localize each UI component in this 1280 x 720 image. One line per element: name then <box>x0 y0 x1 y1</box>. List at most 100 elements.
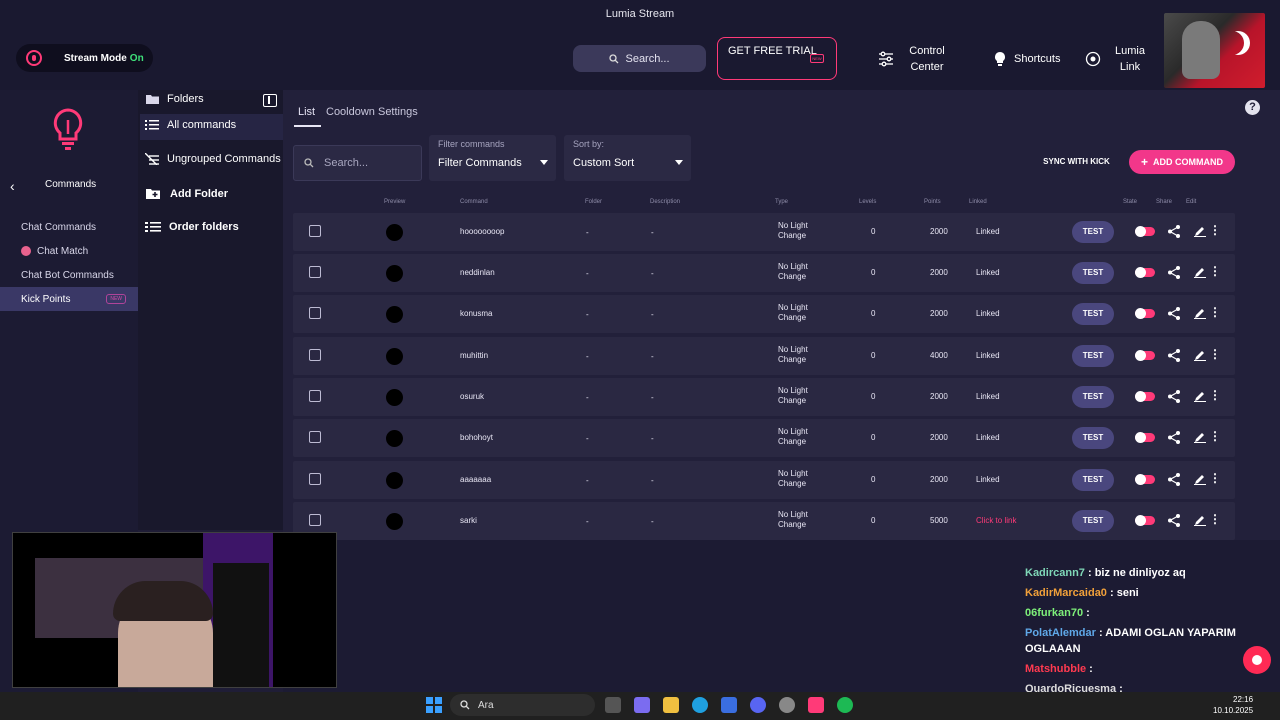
test-button[interactable]: TEST <box>1072 469 1114 491</box>
copilot-icon[interactable] <box>634 697 650 713</box>
task-view-icon[interactable] <box>605 697 621 713</box>
more-options-icon[interactable]: ⋮ <box>1209 265 1221 277</box>
more-options-icon[interactable]: ⋮ <box>1209 472 1221 484</box>
share-icon[interactable] <box>1168 390 1180 403</box>
state-toggle[interactable] <box>1135 267 1155 278</box>
edge-icon[interactable] <box>692 697 708 713</box>
table-row[interactable]: konusma - - No Light Change 0 2000 Linked TEST ⋮ <box>293 295 1235 333</box>
share-icon[interactable] <box>1168 514 1180 527</box>
steam-icon[interactable] <box>779 697 795 713</box>
taskbar-search[interactable]: Ara <box>450 694 595 716</box>
type-line: Change <box>778 313 807 322</box>
edit-pencil-icon[interactable] <box>1194 266 1206 278</box>
edit-pencil-icon[interactable] <box>1194 349 1206 361</box>
folder-all-commands[interactable]: All commands <box>145 119 236 131</box>
store-icon[interactable] <box>721 697 737 713</box>
table-row[interactable]: osuruk - - No Light Change 0 2000 Linked TEST ⋮ <box>293 378 1235 416</box>
row-checkbox[interactable] <box>309 225 321 237</box>
more-options-icon[interactable]: ⋮ <box>1209 348 1221 360</box>
tab-list[interactable]: List <box>298 106 315 118</box>
state-toggle[interactable] <box>1135 391 1155 402</box>
row-checkbox[interactable] <box>309 390 321 402</box>
table-row[interactable]: sarki - - No Light Change 0 5000 Click to link T… <box>293 502 1235 540</box>
edit-pencil-icon[interactable] <box>1194 390 1206 402</box>
help-icon[interactable]: ? <box>1245 100 1260 115</box>
windows-start-icon[interactable] <box>426 697 442 713</box>
spotify-icon[interactable] <box>837 697 853 713</box>
add-command-button[interactable]: + ADD COMMAND <box>1129 150 1235 174</box>
table-row[interactable]: hoooooooop - - No Light Change 0 2000 Linked TES… <box>293 213 1235 251</box>
test-button[interactable]: TEST <box>1072 303 1114 325</box>
test-button[interactable]: TEST <box>1072 427 1114 449</box>
sidebar-item-chat-match[interactable]: Chat Match <box>0 239 138 263</box>
test-button[interactable]: TEST <box>1072 510 1114 532</box>
control-center-button[interactable]: Control Center <box>878 43 948 75</box>
sidebar-item-chat-commands[interactable]: Chat Commands <box>0 215 138 239</box>
lumia-app-icon[interactable] <box>808 697 824 713</box>
table-row[interactable]: bohohoyt - - No Light Change 0 2000 Linked TEST ⋮ <box>293 419 1235 457</box>
state-toggle[interactable] <box>1135 515 1155 526</box>
row-checkbox[interactable] <box>309 349 321 361</box>
sidebar-item-kick-points[interactable]: Kick Points NEW <box>0 287 138 311</box>
share-icon[interactable] <box>1168 473 1180 486</box>
sidebar-item-chat-bot-commands[interactable]: Chat Bot Commands <box>0 263 138 287</box>
share-icon[interactable] <box>1168 431 1180 444</box>
edit-pencil-icon[interactable] <box>1194 225 1206 237</box>
sync-with-kick-button[interactable]: SYNC WITH KICK <box>1036 152 1117 172</box>
row-checkbox[interactable] <box>309 473 321 485</box>
filter-caption: Filter commands <box>438 139 505 149</box>
shortcuts-button[interactable]: Shortcuts <box>992 51 1060 67</box>
order-folders-button[interactable]: Order folders <box>145 221 239 233</box>
edit-pencil-icon[interactable] <box>1194 307 1206 319</box>
discord-icon[interactable] <box>750 697 766 713</box>
file-explorer-icon[interactable] <box>663 697 679 713</box>
share-icon[interactable] <box>1168 349 1180 362</box>
folder-value: - <box>586 517 589 526</box>
row-checkbox[interactable] <box>309 266 321 278</box>
share-icon[interactable] <box>1168 266 1180 279</box>
test-button[interactable]: TEST <box>1072 221 1114 243</box>
edit-pencil-icon[interactable] <box>1194 431 1206 443</box>
linked-status[interactable]: Click to link <box>976 516 1016 525</box>
sort-by-select[interactable]: Sort by: Custom Sort <box>564 135 691 181</box>
back-chevron-icon[interactable]: ‹ <box>10 178 15 194</box>
lumia-link-button[interactable]: Lumia Link <box>1085 43 1147 75</box>
row-checkbox[interactable] <box>309 431 321 443</box>
column-header-description: Description <box>650 199 681 205</box>
type-line: No Light <box>778 386 808 395</box>
add-folder-button[interactable]: Add Folder <box>145 187 228 200</box>
taskbar-clock[interactable]: 22:16 10.10.2025 <box>1213 694 1253 716</box>
table-row[interactable]: muhittin - - No Light Change 0 4000 Linked TEST ⋮ <box>293 337 1235 375</box>
stream-mode-toggle[interactable]: Stream Mode On <box>16 44 153 72</box>
folder-ungrouped-commands[interactable]: Ungrouped Commands <box>145 153 281 165</box>
command-search-input[interactable]: Search... <box>293 145 422 181</box>
tab-cooldown-settings[interactable]: Cooldown Settings <box>326 106 418 118</box>
more-options-icon[interactable]: ⋮ <box>1209 306 1221 318</box>
chat-bubble-icon[interactable] <box>1243 646 1271 674</box>
test-button[interactable]: TEST <box>1072 345 1114 367</box>
more-options-icon[interactable]: ⋮ <box>1209 224 1221 236</box>
more-options-icon[interactable]: ⋮ <box>1209 513 1221 525</box>
row-checkbox[interactable] <box>309 307 321 319</box>
more-options-icon[interactable]: ⋮ <box>1209 389 1221 401</box>
state-toggle[interactable] <box>1135 474 1155 485</box>
state-toggle[interactable] <box>1135 308 1155 319</box>
row-checkbox[interactable] <box>309 514 321 526</box>
free-trial-button[interactable]: GET FREE TRIAL NEW <box>717 37 837 80</box>
table-row[interactable]: neddinlan - - No Light Change 0 2000 Linked TEST… <box>293 254 1235 292</box>
more-options-icon[interactable]: ⋮ <box>1209 430 1221 442</box>
filter-commands-select[interactable]: Filter commands Filter Commands <box>429 135 556 181</box>
edit-pencil-icon[interactable] <box>1194 473 1206 485</box>
state-toggle[interactable] <box>1135 226 1155 237</box>
global-search-button[interactable]: Search... <box>573 45 706 72</box>
edit-pencil-icon[interactable] <box>1194 514 1206 526</box>
table-row[interactable]: aaaaaaa - - No Light Change 0 2000 Linked TEST ⋮ <box>293 461 1235 499</box>
user-avatar[interactable] <box>1164 13 1265 88</box>
share-icon[interactable] <box>1168 307 1180 320</box>
state-toggle[interactable] <box>1135 432 1155 443</box>
test-button[interactable]: TEST <box>1072 262 1114 284</box>
test-button[interactable]: TEST <box>1072 386 1114 408</box>
share-icon[interactable] <box>1168 225 1180 238</box>
collapse-panel-icon[interactable] <box>263 94 277 107</box>
state-toggle[interactable] <box>1135 350 1155 361</box>
